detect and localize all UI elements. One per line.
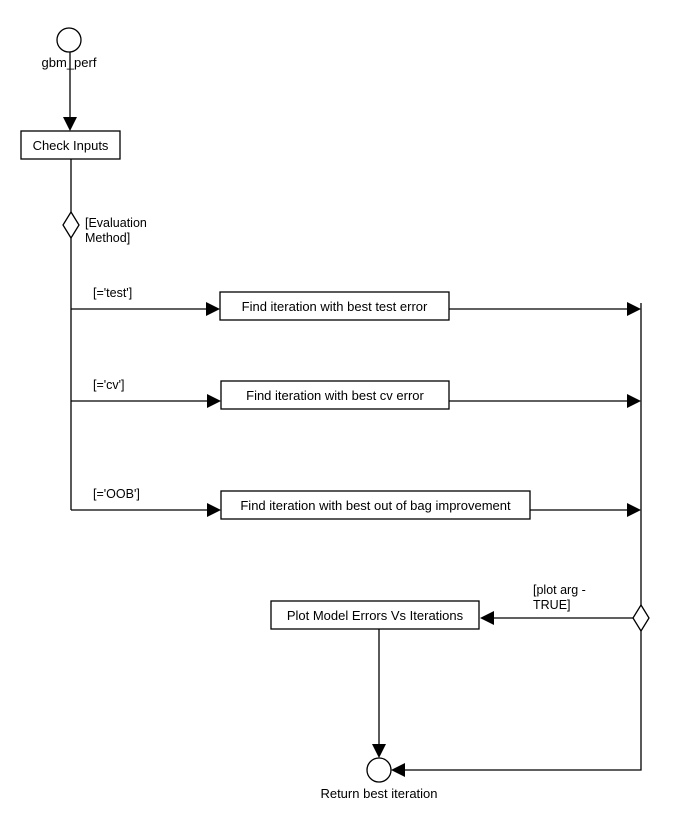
activity-diagram-canvas: gbm_perf Check Inputs [Evaluation Method… [0, 0, 680, 830]
decision-plot-arg[interactable] [632, 603, 650, 633]
end-node-label: Return best iteration [320, 786, 437, 801]
decision-evaluation-method-label: [Evaluation Method] [85, 216, 147, 245]
edge-find-best-oob-improvement-to-merge [530, 503, 641, 517]
activity-find-best-oob-improvement[interactable]: Find iteration with best out of bag impr… [220, 490, 531, 520]
guard-label-oob: [='OOB'] [93, 487, 140, 501]
activity-diagram-svg: gbm_perf Check Inputs [Evaluation Method… [20, 27, 650, 801]
activity-find-best-test-error-label: Find iteration with best test error [242, 299, 428, 314]
edge-find-best-cv-error-to-merge [449, 394, 641, 408]
decision-evaluation-method-label-line2: Method] [85, 231, 130, 245]
activity-plot-model-errors-label: Plot Model Errors Vs Iterations [287, 608, 464, 623]
start-node-label: gbm_perf [42, 55, 97, 70]
start-node [56, 27, 82, 53]
decision-plot-arg-label-line2: TRUE] [533, 598, 571, 612]
edge-decision-to-find-best-oob-improvement [71, 503, 221, 517]
decision-evaluation-method[interactable] [62, 210, 80, 240]
decision-plot-arg-label: [plot arg - TRUE] [533, 583, 586, 612]
decision-evaluation-method-label-line1: [Evaluation [85, 216, 147, 230]
activity-find-best-cv-error[interactable]: Find iteration with best cv error [220, 380, 450, 410]
activity-find-best-test-error[interactable]: Find iteration with best test error [219, 291, 450, 321]
decision-plot-arg-label-line1: [plot arg - [533, 583, 586, 597]
activity-find-best-cv-error-label: Find iteration with best cv error [246, 388, 424, 403]
activity-find-best-oob-improvement-label: Find iteration with best out of bag impr… [240, 498, 511, 513]
activity-check-inputs-label: Check Inputs [33, 138, 109, 153]
edge-find-best-test-error-to-merge [449, 302, 641, 316]
edge-decision-to-find-best-cv-error [71, 394, 221, 408]
edge-plot-model-errors-to-end [372, 629, 386, 758]
edge-plot-decision-to-end [391, 631, 642, 777]
end-node [366, 757, 392, 783]
activity-plot-model-errors[interactable]: Plot Model Errors Vs Iterations [270, 600, 480, 630]
guard-label-test: [='test'] [93, 286, 132, 300]
activity-check-inputs[interactable]: Check Inputs [20, 130, 121, 160]
edge-decision-to-find-best-test-error [71, 302, 220, 316]
edge-plot-decision-to-plot-model-errors [480, 611, 633, 625]
guard-label-cv: [='cv'] [93, 378, 125, 392]
